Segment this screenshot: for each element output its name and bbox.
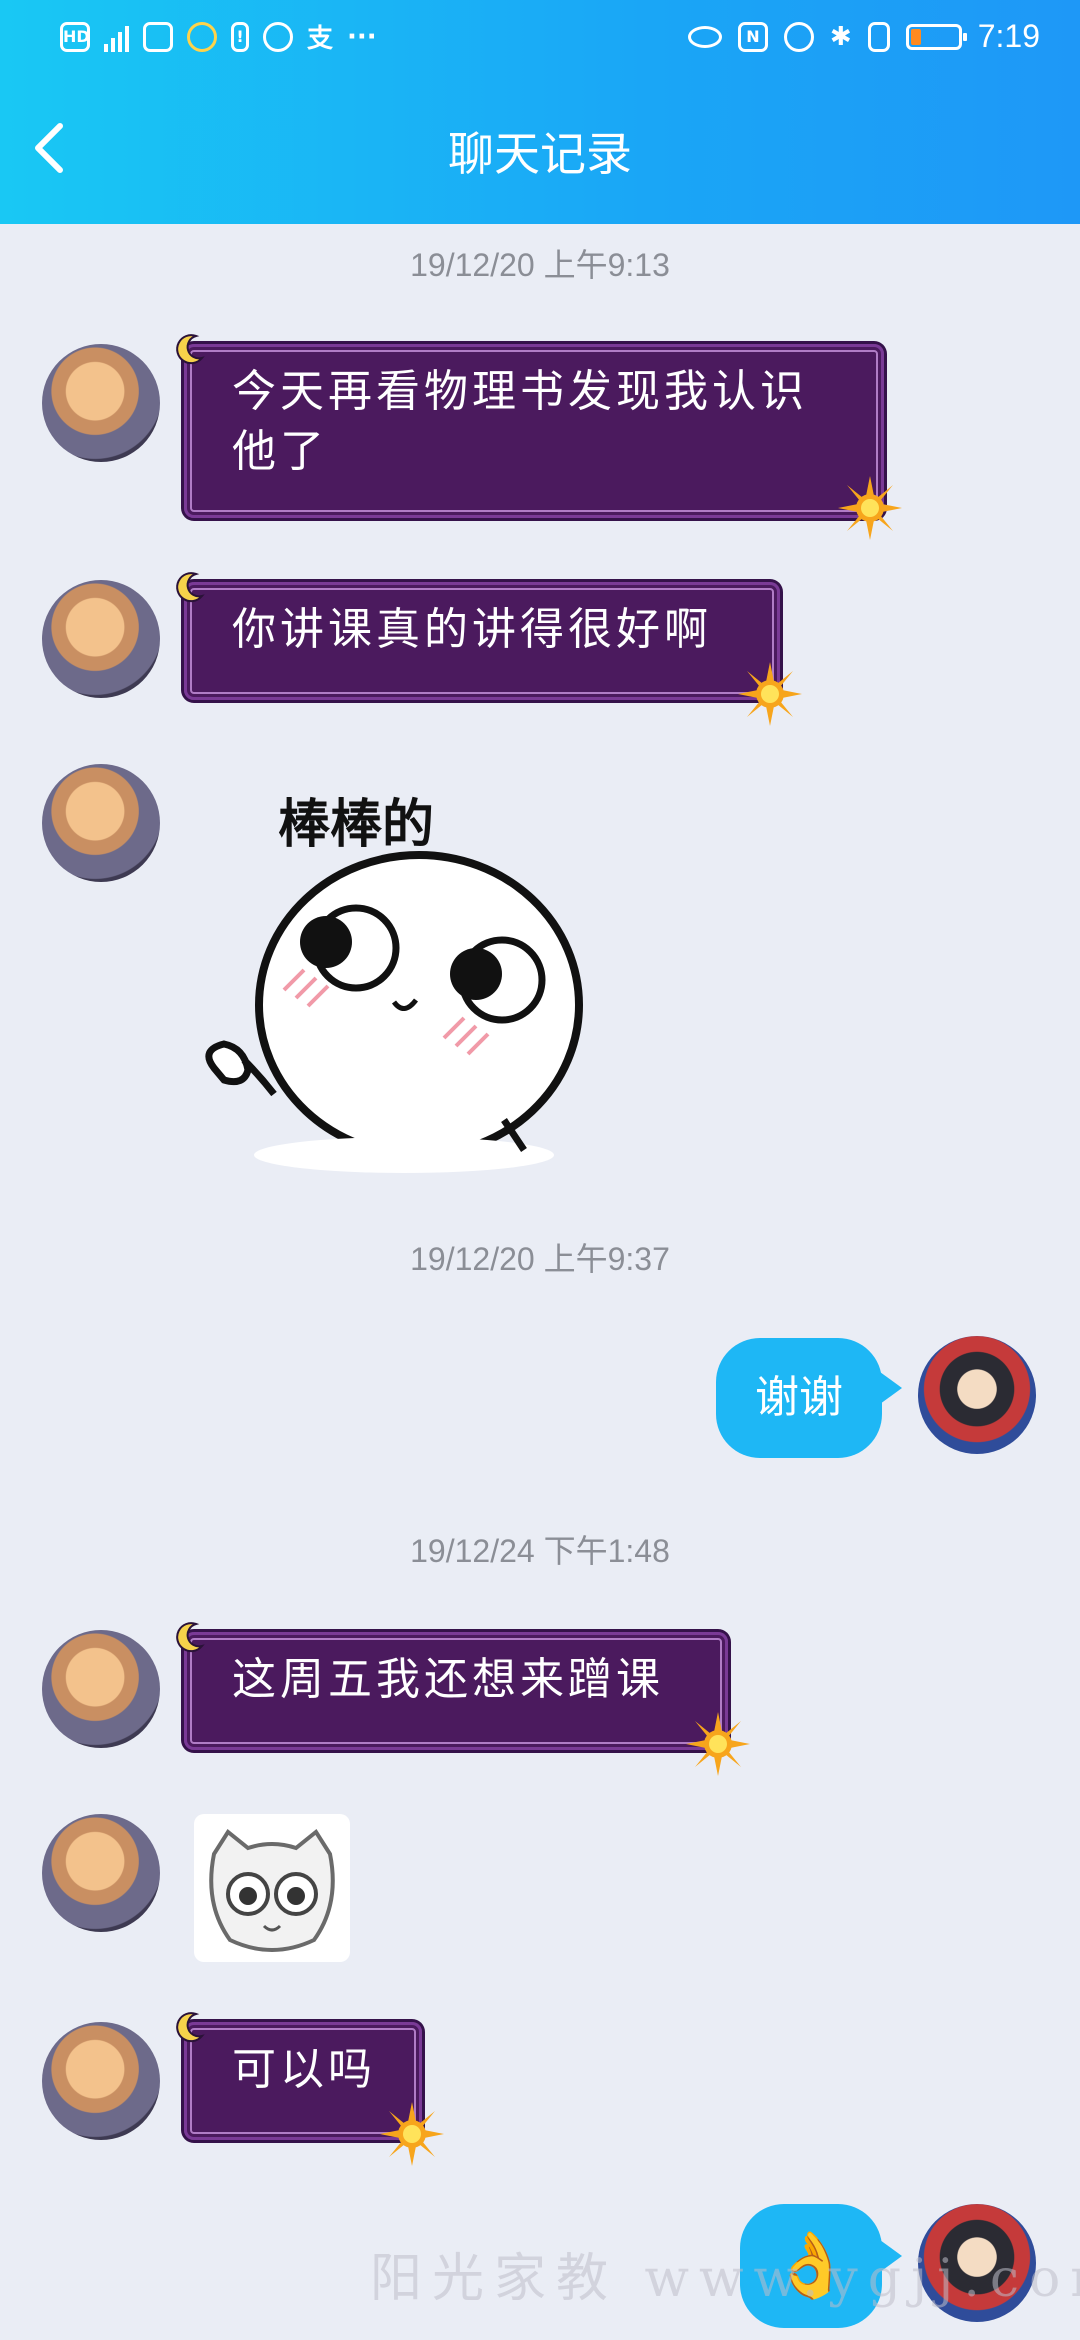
message-bubble[interactable]: 你讲课真的讲得很好啊	[184, 582, 780, 700]
status-time: 7:19	[977, 18, 1040, 54]
compass-icon	[263, 21, 293, 52]
sun-icon	[686, 1712, 750, 1776]
signal-icon	[104, 22, 129, 52]
hd-icon: HD	[60, 21, 90, 52]
pinwheel-icon	[187, 21, 217, 52]
app-notification-icon	[143, 21, 173, 52]
vibrate-icon	[867, 21, 890, 52]
my-avatar[interactable]	[918, 1336, 1036, 1454]
status-bar: HD ! 支 ··· N ✱ 7:19	[0, 0, 1080, 76]
nfc-icon: N	[737, 21, 768, 52]
eye-icon	[687, 25, 722, 48]
message-text: 他了	[232, 426, 328, 477]
moon-icon	[176, 334, 205, 365]
message-bubble[interactable]: 谢谢	[716, 1338, 882, 1458]
image-message[interactable]	[194, 1814, 350, 1962]
message-text: 可以吗	[232, 2044, 376, 2095]
alipay-icon: 支	[307, 24, 334, 54]
status-left-icons: HD ! 支 ···	[60, 18, 377, 55]
contact-avatar[interactable]	[42, 344, 160, 462]
timestamp: 19/12/20 上午9:13	[410, 247, 670, 283]
message-bubble[interactable]: 这周五我还想来蹭课	[184, 1632, 728, 1750]
alert-icon: !	[231, 21, 249, 52]
status-right-icons: N ✱ 7:19	[687, 18, 1040, 55]
contact-avatar[interactable]	[42, 2022, 160, 2140]
contact-avatar[interactable]	[42, 1814, 160, 1932]
watermark: 阳光家教 www.ygjj.com	[370, 2249, 1080, 2309]
timestamp: 19/12/20 上午9:37	[410, 1241, 670, 1277]
message-text: 谢谢	[755, 1372, 843, 1423]
contact-avatar[interactable]	[42, 580, 160, 698]
bubble-tail	[880, 1372, 902, 1404]
battery-icon	[905, 23, 967, 50]
timestamp: 19/12/24 下午1:48	[410, 1533, 670, 1569]
app-header: HD ! 支 ··· N ✱ 7:19 聊天记录	[0, 0, 1080, 224]
contact-avatar[interactable]	[42, 1630, 160, 1748]
moon-icon	[176, 2012, 205, 2043]
page-title: 聊天记录	[448, 127, 632, 181]
message-text: 你讲课真的讲得很好啊	[232, 604, 712, 655]
sun-icon	[738, 662, 802, 726]
message-text: 这周五我还想来蹭课	[232, 1654, 664, 1705]
moon-icon	[176, 1622, 205, 1653]
thumbs-up-sticker[interactable]	[204, 850, 604, 1180]
alarm-icon	[783, 21, 814, 52]
contact-avatar[interactable]	[42, 764, 160, 882]
more-notifications-icon: ···	[347, 21, 377, 52]
message-text: 今天再看物理书发现我认识	[232, 366, 808, 417]
sticker-caption: 棒棒的	[278, 795, 435, 855]
bluetooth-icon: ✱	[829, 21, 852, 52]
message-bubble[interactable]: 今天再看物理书发现我认识 他了	[184, 344, 884, 518]
owl-sticker-icon	[209, 1829, 335, 1952]
sun-icon	[380, 2102, 444, 2166]
sun-icon	[838, 476, 902, 540]
moon-icon	[176, 572, 205, 603]
